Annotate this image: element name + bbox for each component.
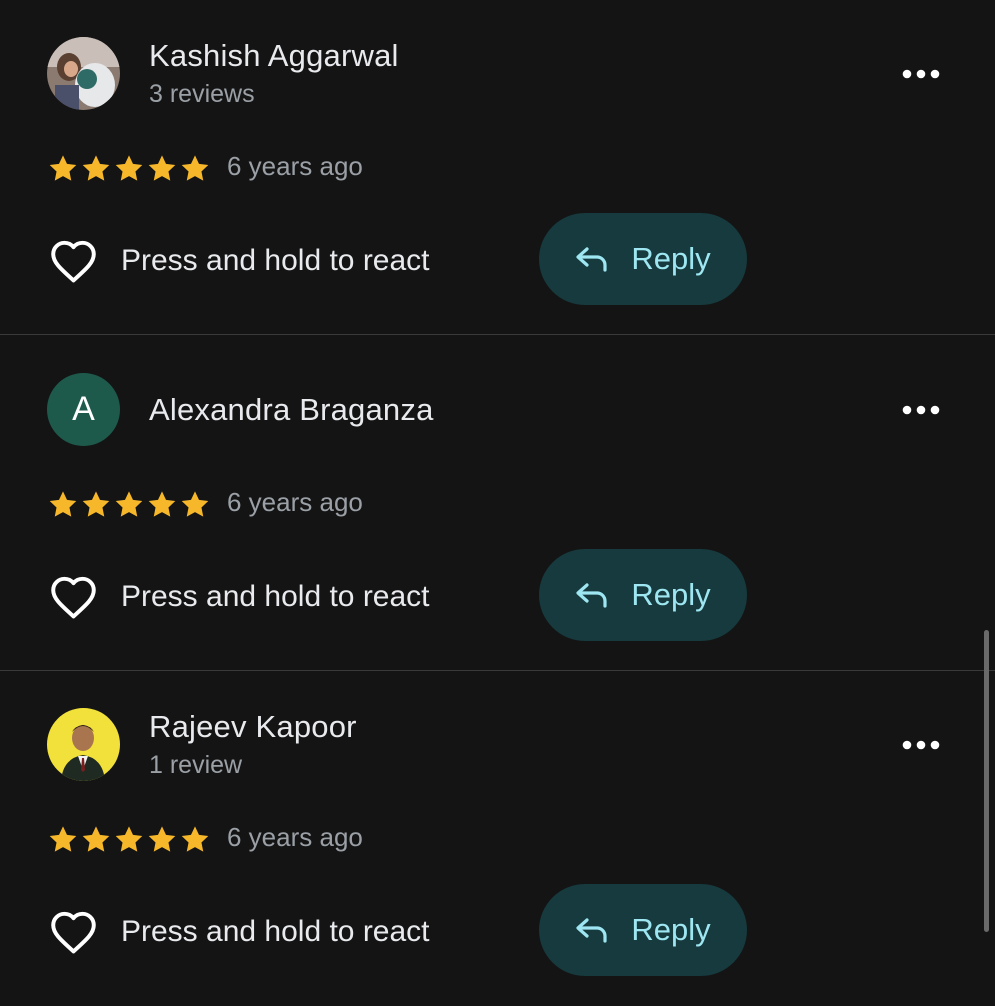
- star-icon: [82, 490, 110, 517]
- react-button[interactable]: Press and hold to react: [47, 904, 430, 960]
- reply-button[interactable]: Reply: [539, 213, 747, 305]
- reply-button[interactable]: Reply: [539, 884, 747, 976]
- react-label: Press and hold to react: [121, 244, 430, 277]
- reply-button[interactable]: Reply: [539, 549, 747, 641]
- reply-arrow-icon: [576, 918, 607, 943]
- avatar[interactable]: [47, 708, 120, 781]
- reply-label: Reply: [631, 912, 711, 947]
- react-label: Press and hold to react: [121, 915, 430, 948]
- heart-outline-icon: [51, 911, 96, 954]
- more-options-button[interactable]: [895, 390, 947, 430]
- react-label: Press and hold to react: [121, 580, 430, 613]
- star-icon: [49, 490, 77, 517]
- star-icon: [82, 825, 110, 852]
- star-icon: [49, 825, 77, 852]
- reply-label: Reply: [631, 577, 711, 612]
- avatar[interactable]: [47, 37, 120, 110]
- star-icon: [115, 154, 143, 181]
- react-button[interactable]: Press and hold to react: [47, 569, 430, 625]
- star-icon: [148, 490, 176, 517]
- review-count: 1 review: [149, 751, 243, 779]
- review-age: 6 years ago: [227, 151, 363, 181]
- star-rating: [47, 486, 211, 522]
- review-card: Kashish Aggarwal 3 reviews 6 years ago P…: [0, 0, 995, 335]
- review-card: Rajeev Kapoor 1 review 6 years ago Press…: [0, 671, 995, 1006]
- avatar-photo: [47, 37, 120, 110]
- review-age: 6 years ago: [227, 487, 363, 517]
- star-rating: [47, 821, 211, 857]
- scrollbar[interactable]: [984, 630, 989, 932]
- star-rating: [47, 150, 211, 186]
- avatar-photo: [47, 708, 120, 781]
- star-icon: [181, 154, 209, 181]
- avatar[interactable]: A: [47, 373, 120, 446]
- star-icon: [115, 490, 143, 517]
- review-age: 6 years ago: [227, 822, 363, 852]
- star-icon: [181, 825, 209, 852]
- reply-arrow-icon: [576, 583, 607, 608]
- author-name[interactable]: Rajeev Kapoor: [149, 709, 357, 745]
- more-horizontal-icon: [902, 740, 940, 750]
- more-horizontal-icon: [902, 69, 940, 79]
- more-options-button[interactable]: [895, 54, 947, 94]
- reply-arrow-icon: [576, 247, 607, 272]
- review-count: 3 reviews: [149, 80, 255, 108]
- heart-outline-icon: [51, 576, 96, 619]
- star-icon: [148, 154, 176, 181]
- more-options-button[interactable]: [895, 725, 947, 765]
- divider: [0, 334, 995, 335]
- author-name[interactable]: Kashish Aggarwal: [149, 38, 399, 74]
- star-icon: [115, 825, 143, 852]
- more-horizontal-icon: [902, 405, 940, 415]
- star-icon: [49, 154, 77, 181]
- review-card: A Alexandra Braganza 6 years ago Press a…: [0, 336, 995, 671]
- author-name[interactable]: Alexandra Braganza: [149, 392, 434, 428]
- star-icon: [181, 490, 209, 517]
- react-button[interactable]: Press and hold to react: [47, 233, 430, 289]
- star-icon: [82, 154, 110, 181]
- heart-outline-icon: [51, 240, 96, 283]
- star-icon: [148, 825, 176, 852]
- reply-label: Reply: [631, 241, 711, 276]
